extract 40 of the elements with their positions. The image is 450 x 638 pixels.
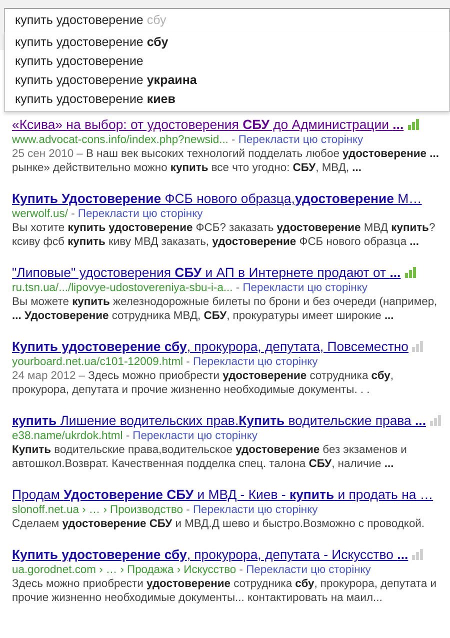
- result-url: ua.gorodnet.com › … › Продажа › Искусство: [12, 564, 236, 576]
- result-title-link[interactable]: купить Лишение водительских прав.Купить водительские права ...: [12, 412, 426, 429]
- result-title-link[interactable]: Купить удостоверение сбу, прокурора, депутата - Искусство ...: [12, 546, 408, 563]
- translate-link[interactable]: Перекласти цю сторінку: [132, 430, 258, 442]
- translate-link[interactable]: Перекласти цю сторінку: [246, 564, 371, 576]
- search-field[interactable]: купить удостоверение сбу: [4, 8, 450, 33]
- result-url: werwolf.us/: [12, 208, 68, 220]
- separator: -: [186, 356, 190, 368]
- suggestion-item[interactable]: купить удостоверение украина: [5, 71, 449, 90]
- result-title-link[interactable]: Купить удостоверение сбу, прокурора, депутата, Повсеместно: [12, 338, 408, 355]
- separator: -: [236, 282, 240, 294]
- separator: -: [232, 134, 236, 146]
- result-title-link[interactable]: Продам Удостоверение СБУ и МВД - Киев - купить и продать на …: [12, 486, 434, 503]
- result-snippet: Вы хотите купить удостоверение ФСБ? заказать удостоверение МВД купить? ксиву фсб купить киву МВД заказать, удостоверение ФСБ нового образца ...: [12, 221, 436, 249]
- result-snippet: Сделаем удостоверение СБУ и МВД.Д шево и быстро.Возможно с проводкой.: [12, 517, 426, 531]
- separator: -: [186, 504, 190, 516]
- suggestion-item[interactable]: купить удостоверение: [5, 52, 449, 71]
- separator: -: [71, 208, 75, 220]
- result-snippet: Вы можете купить железнодорожные билеты по брони и без очереди (например, ... Удостоверение сотрудника МВД, СБУ, прокуратуры имеет широкие ...: [12, 295, 438, 323]
- translate-link[interactable]: Перекласти цю сторінку: [238, 134, 364, 146]
- result-snippet: 24 мар 2012 – Здесь можно приобрести удостоверение сотрудника сбу, прокурора, депутата и прочие жизненно необходимые документы. . .: [12, 369, 394, 397]
- suggestion-item[interactable]: купить удостоверение киев: [5, 90, 449, 109]
- result-url: e38.name/ukrdok.html: [12, 430, 123, 442]
- result-url: yourboard.net.ua/c101-12009.html: [12, 356, 184, 368]
- separator: -: [239, 564, 243, 576]
- result-url: slonoff.net.ua › … › Производство: [12, 504, 183, 516]
- result-title-link[interactable]: «Ксива» на выбор: от удостоверения СБУ до Администрации ...: [12, 116, 404, 133]
- separator: -: [126, 430, 130, 442]
- result-snippet: Здесь можно приобрести удостоверение сотрудника сбу, прокурора, депутата и прочие жизненно необходимые документы... контактировать на маил...: [12, 577, 438, 605]
- result-title-link[interactable]: Купить Удостоверение ФСБ нового образца,удостоверение М…: [12, 190, 422, 207]
- translate-link[interactable]: Перекласти цю сторінку: [78, 208, 203, 220]
- result-url: www.advocat-cons.info/index.php?newsid...: [12, 134, 228, 146]
- result-url: ru.tsn.ua/.../lipovye-udostovereniya-sbu-i-a...: [12, 282, 233, 294]
- suggestion-item[interactable]: купить удостоверение сбу: [5, 33, 449, 52]
- result-title-link[interactable]: "Липовые" удостоверения СБУ и АП в Интернете продают от ...: [12, 264, 401, 281]
- result-snippet: 25 сен 2010 – В наш век высоких технологий подделать любое удостоверение ... рынке» действительно можно купить все что угодно: СБУ, МВД, ...: [12, 147, 440, 175]
- result-snippet: Купить водительские права,водительское удостоверение без экзаменов и автошкол.Возврат. Качественная подделка спец. талона СБУ, наличие ...: [12, 443, 408, 471]
- translate-link[interactable]: Перекласти цю сторінку: [242, 282, 368, 294]
- translate-link[interactable]: Перекласти цю сторінку: [193, 356, 318, 368]
- translate-link[interactable]: Перекласти цю сторінку: [192, 504, 318, 516]
